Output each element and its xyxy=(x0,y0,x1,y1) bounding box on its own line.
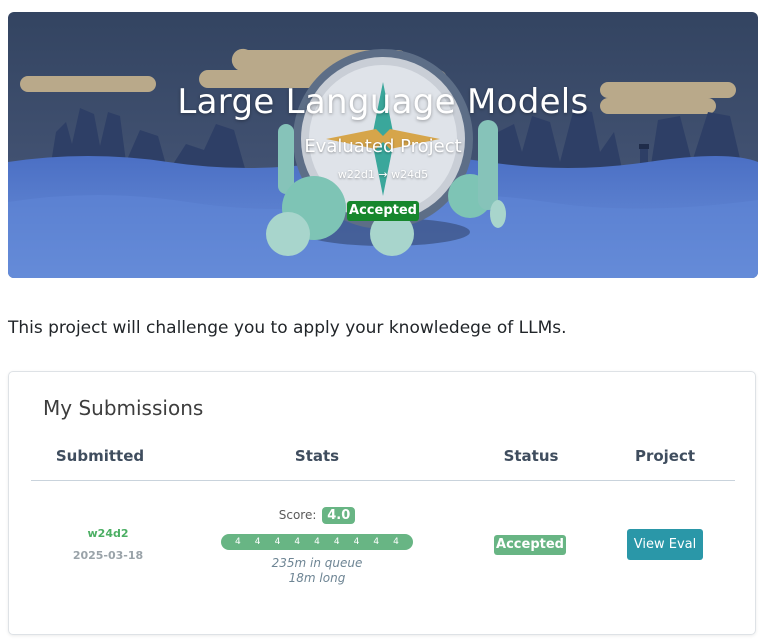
test-score: 4 xyxy=(393,537,399,547)
project-description: This project will challenge you to apply… xyxy=(8,318,567,338)
project-weeks: w22d1 → w24d5 xyxy=(337,168,429,181)
header-stats: Stats xyxy=(294,447,340,465)
score-row: Score: 4.0 xyxy=(217,507,417,524)
test-score: 4 xyxy=(373,537,380,547)
eval-duration: 18m long xyxy=(288,571,346,585)
project-type: Evaluated Project xyxy=(304,136,462,157)
project-status-badge: Accepted xyxy=(347,201,419,221)
project-banner: Large Language Models Evaluated Project … xyxy=(8,12,758,278)
score-label: Score: xyxy=(278,508,317,522)
header-status: Status xyxy=(503,447,559,465)
test-score: 4 xyxy=(333,537,340,547)
test-score: 4 xyxy=(274,537,281,547)
score-badge: 4.0 xyxy=(322,507,356,524)
submission-date: 2025-03-18 xyxy=(72,549,144,562)
header-submitted: Submitted xyxy=(55,447,145,465)
view-eval-button[interactable]: View Eval xyxy=(627,529,703,560)
test-score: 4 xyxy=(294,537,301,547)
submission-week: w24d2 xyxy=(87,527,129,540)
queue-time: 235m in queue xyxy=(271,556,363,570)
test-score: 4 xyxy=(235,537,241,547)
submissions-card: My Submissions Submitted Stats Status Pr… xyxy=(8,371,756,635)
table-divider xyxy=(31,480,735,481)
test-score: 4 xyxy=(254,537,261,547)
status-badge: Accepted xyxy=(494,535,566,555)
project-title: Large Language Models xyxy=(177,82,589,122)
test-score: 4 xyxy=(353,537,360,547)
test-score: 4 xyxy=(314,537,320,547)
header-project: Project xyxy=(634,447,696,465)
test-scores-bar: 4 4 4 4 4 4 4 4 4 xyxy=(221,534,413,550)
submissions-title: My Submissions xyxy=(43,396,204,420)
